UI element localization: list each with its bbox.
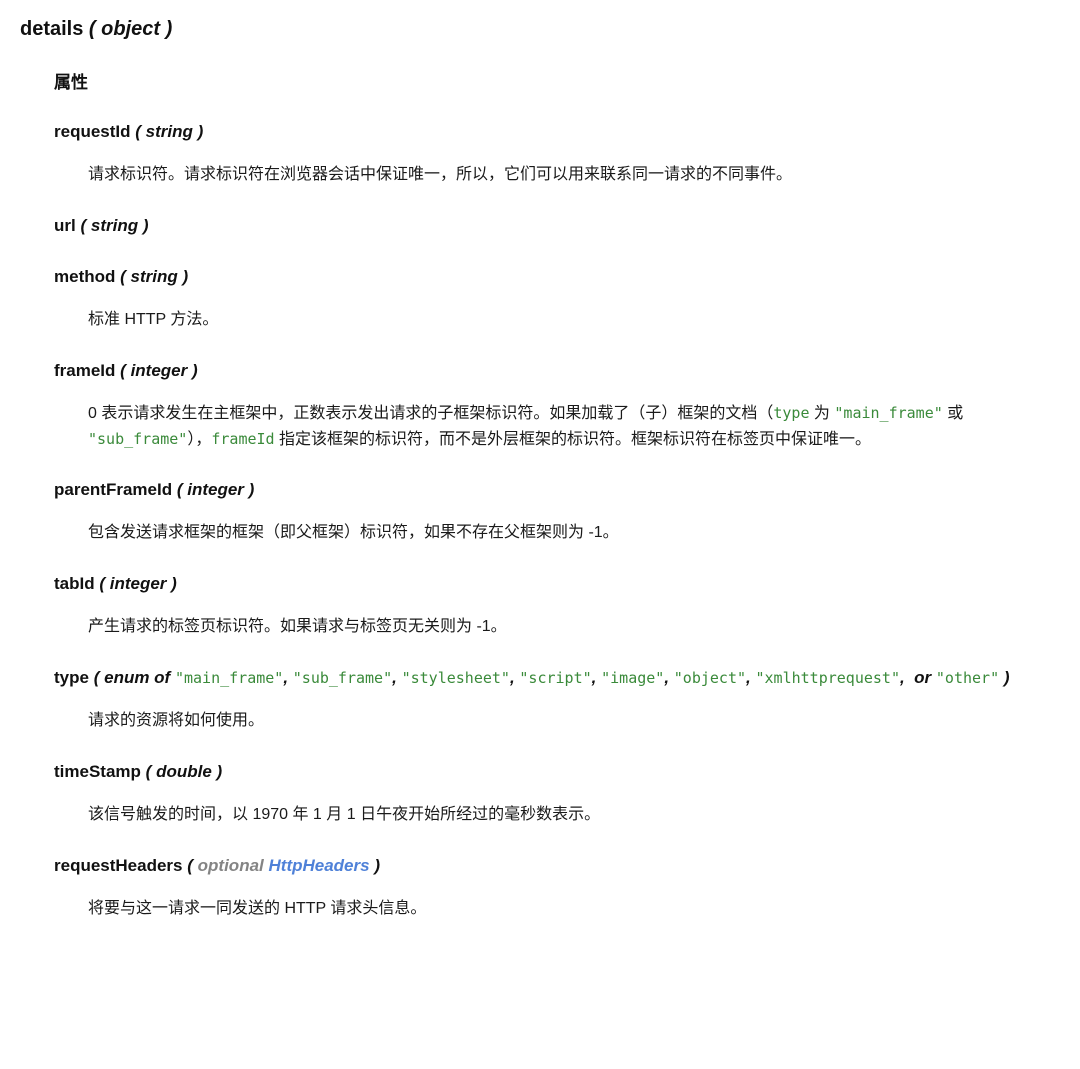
property-description-frameid: 0 表示请求发生在主框架中，正数表示发出请求的子框架标识符。如果加载了（子）框架… (88, 401, 1066, 453)
enum-values-list: "main_frame", "sub_frame", "stylesheet",… (175, 668, 909, 687)
code-span-type: type (773, 403, 810, 422)
close-paren: ) (216, 762, 223, 781)
enum-value-other: "other" (935, 669, 1000, 688)
httpheaders-link[interactable]: HttpHeaders (269, 856, 370, 875)
root-object-name: details (20, 18, 84, 40)
desc-text-part: ）， (187, 430, 212, 448)
property-heading-tabid: tabId ( integer ) (54, 573, 1066, 596)
close-paren: ) (165, 18, 173, 40)
property-description-method: 标准 HTTP 方法。 (88, 310, 219, 328)
property-description-requestheaders: 将要与这一请求一同发送的 HTTP 请求头信息。 (88, 899, 427, 917)
enum-value: "stylesheet" (401, 669, 510, 688)
property-name: type (54, 668, 89, 688)
property-description-type: 请求的资源将如何使用。 (88, 712, 265, 730)
close-paren: ) (374, 855, 380, 875)
close-paren: ) (191, 360, 198, 380)
close-paren: ) (171, 574, 177, 594)
property-description-parentframeid: 包含发送请求框架的框架（即父框架）标识符，如果不存在父框架则为 -1。 (88, 524, 619, 542)
enum-separator: , (392, 668, 402, 688)
property-description-requestid: 请求标识符。请求标识符在浏览器会话中保证唯一，所以，它们可以用来联系同一请求的不… (88, 166, 793, 184)
property-description-tabid: 产生请求的标签页标识符。如果请求与标签页无关则为 -1。 (88, 618, 507, 636)
property-type: string (90, 215, 139, 235)
property-heading-url: url ( string ) (54, 215, 1066, 238)
property-name: parentFrameId (54, 480, 173, 500)
property-type: integer (187, 480, 244, 500)
property-heading-frameid: frameId ( integer ) (54, 360, 1066, 383)
enum-value: "object" (673, 669, 747, 688)
property-heading-requestid: requestId ( string ) (54, 121, 1066, 144)
enum-value: "sub_frame" (292, 669, 393, 688)
property-type: integer (109, 574, 167, 594)
property-heading-method: method ( string ) (54, 266, 1066, 289)
enum-value: "main_frame" (174, 669, 284, 688)
property-type: double (156, 762, 212, 781)
property-name: frameId (54, 360, 116, 380)
property-heading-parentframeid: parentFrameId ( integer ) (54, 479, 1066, 502)
enum-value: "xmlhttprequest" (755, 669, 900, 688)
property-name: requestHeaders (54, 855, 183, 875)
property-type: string (130, 266, 178, 286)
code-span-frameid: frameId (211, 429, 275, 448)
desc-text-part: 0 表示请求发生在主框架中，正数表示发出请求的子框架标识符。如果加载了（子）框架… (88, 404, 774, 422)
property-name: method (54, 266, 116, 286)
enum-separator: , (509, 668, 520, 688)
enum-separator: , (283, 668, 293, 688)
enum-label: enum of (104, 668, 171, 688)
property-type: string (145, 122, 193, 142)
property-heading-timestamp: timeStamp ( double ) (54, 761, 1066, 784)
root-object-type: object (101, 18, 161, 40)
close-paren: ) (248, 480, 255, 500)
code-span-sub-frame: "sub_frame" (88, 429, 188, 448)
property-name: requestId (54, 122, 131, 142)
property-name: url (54, 215, 76, 235)
open-paren: ( (88, 18, 96, 40)
desc-text-part: 或 (942, 404, 964, 422)
enum-conjunction: or (914, 668, 932, 688)
close-paren: ) (182, 266, 189, 286)
property-description-timestamp: 该信号触发的时间，以 1970 年 1 月 1 日午夜开始所经过的毫秒数表示。 (88, 805, 601, 823)
attributes-section-label: 属性 (54, 73, 88, 92)
close-paren: ) (197, 122, 204, 142)
desc-text-part: 指定该框架的标识符，而不是外层框架的标识符。框架标识符在标签页中保证唯一。 (274, 430, 872, 448)
close-paren: ) (142, 215, 149, 235)
enum-separator: , (664, 668, 674, 688)
property-type: integer (130, 360, 188, 380)
desc-text-part: 为 (809, 404, 835, 422)
property-heading-requestheaders: requestHeaders ( optional HttpHeaders ) (54, 855, 1066, 878)
api-reference-page: details ( object ) 属性 requestId ( string… (0, 0, 1080, 922)
property-heading-type: type ( enum of "main_frame", "sub_frame"… (54, 667, 1066, 690)
enum-separator: , (591, 668, 602, 688)
enum-value: "image" (601, 669, 665, 688)
enum-value: "script" (519, 669, 592, 688)
optional-label: optional (197, 855, 264, 875)
close-paren: ) (1003, 668, 1010, 688)
property-name: tabId (54, 574, 95, 594)
property-name: timeStamp (54, 762, 141, 781)
code-span-main-frame: "main_frame" (834, 403, 943, 422)
root-object-heading: details ( object ) (20, 16, 1066, 42)
